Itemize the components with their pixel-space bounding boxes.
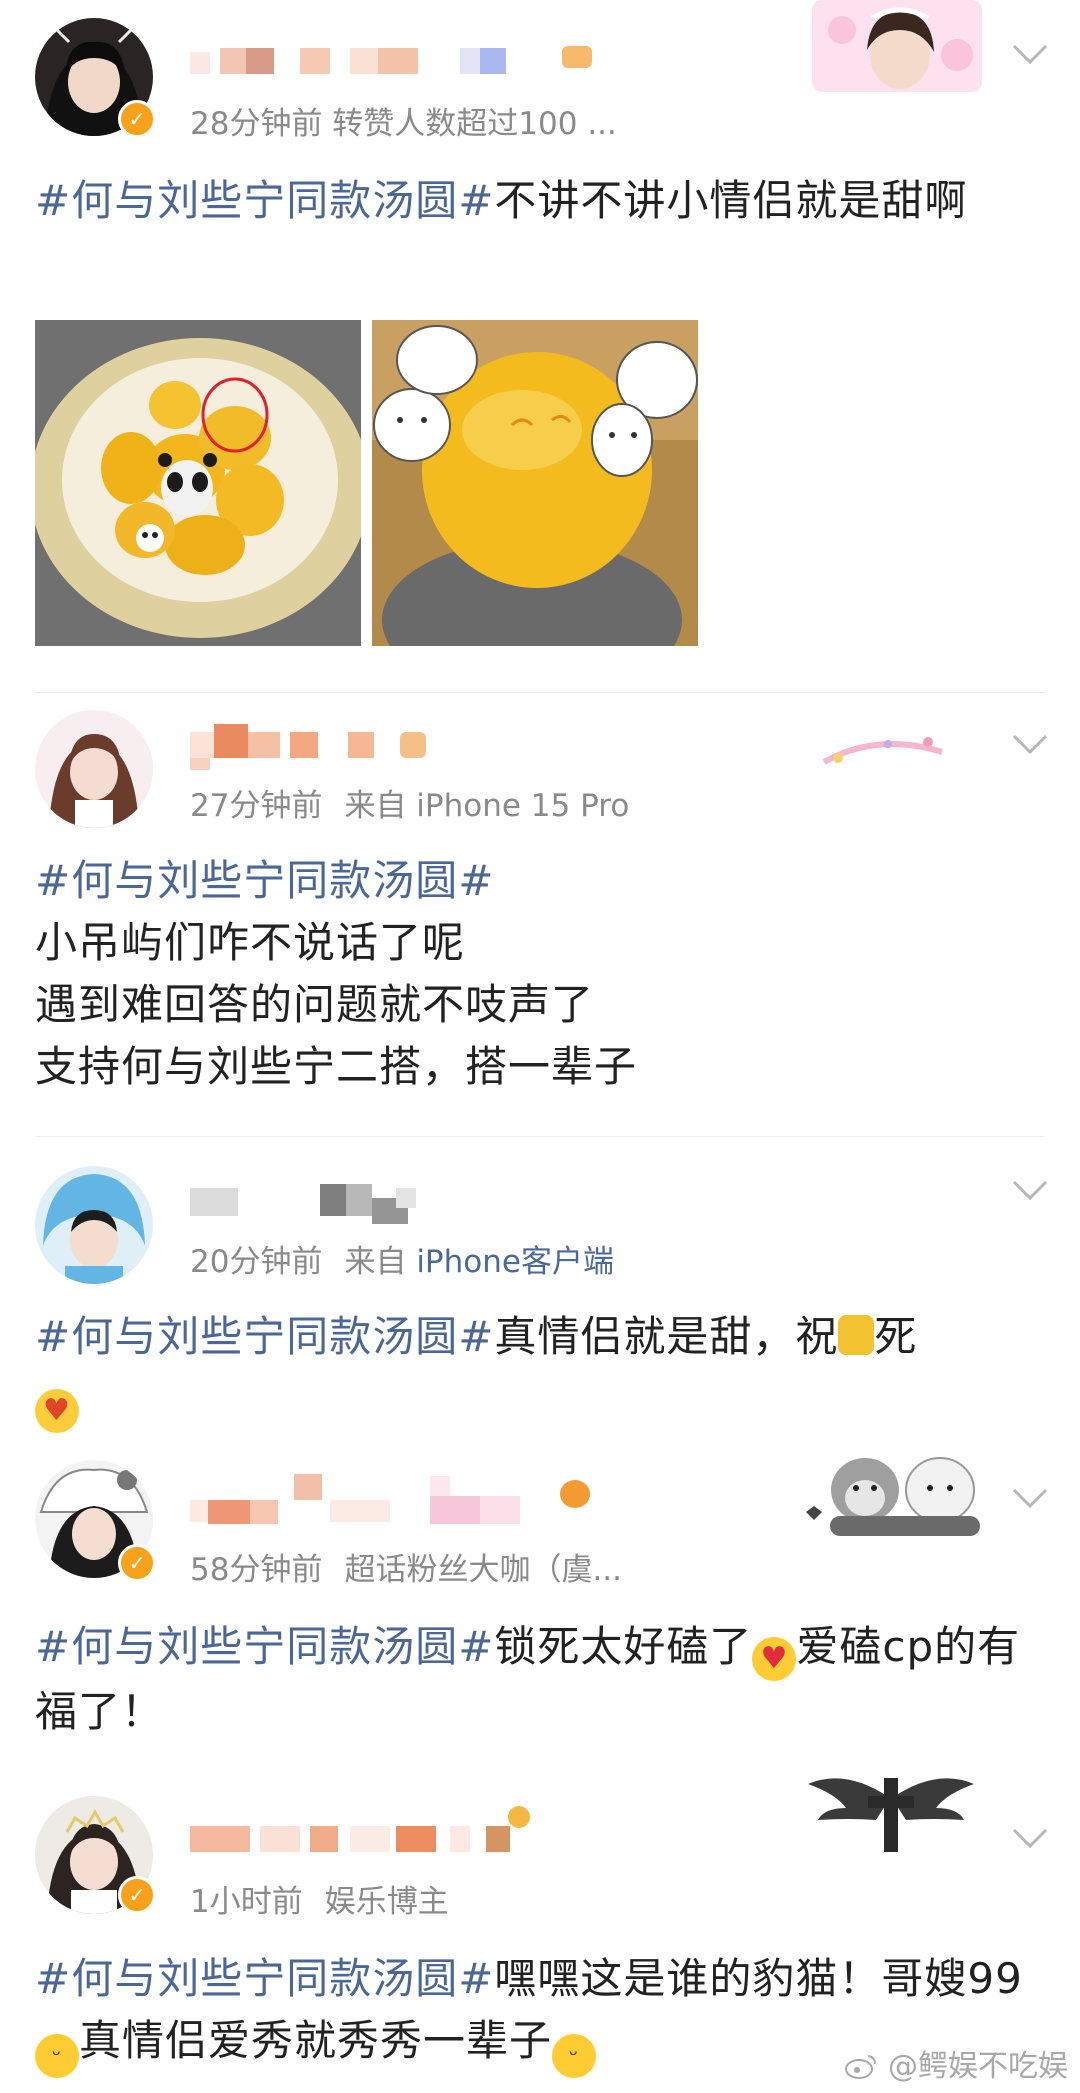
post-meta: 1小时前 娱乐博主 bbox=[190, 1876, 449, 1921]
post-time: 58分钟前 bbox=[190, 1552, 323, 1588]
post-text-2: 真情侣爱秀就秀秀一辈子 bbox=[79, 2016, 553, 2065]
topic-hashtag[interactable]: #何与刘些宁同款汤圆# bbox=[35, 1622, 494, 1671]
post-time: 27分钟前 bbox=[190, 788, 323, 824]
post-body: #何与刘些宁同款汤圆#不讲不讲小情侣就是甜啊 bbox=[35, 170, 1045, 232]
chevron-down-icon[interactable] bbox=[1010, 1176, 1050, 1206]
post-text-line: 小吊屿们咋不说话了呢 bbox=[35, 918, 466, 967]
post-text: 真情侣就是甜，祝 bbox=[494, 1312, 839, 1361]
post-text-end: 死 bbox=[874, 1312, 918, 1361]
grin-emoji: ᵕ bbox=[552, 2034, 597, 2078]
post-source: 来自 iPhone 15 Pro bbox=[344, 788, 630, 824]
post-text: 嘿嘿这是谁的豹猫！哥嫂99 bbox=[494, 1954, 1023, 2003]
post-body: #何与刘些宁同款汤圆#锁死太好磕了 ♥ 爱磕cp的有福了！ bbox=[35, 1616, 1045, 1743]
post-text-line: 遇到难回答的问题就不吱声了 bbox=[35, 980, 595, 1029]
verified-badge-icon: ✓ bbox=[118, 1876, 156, 1914]
avatar-frame-decoration bbox=[812, 0, 982, 92]
watermark-text: @鳄娱不吃娱 bbox=[888, 2049, 1068, 2084]
topic-hashtag[interactable]: #何与刘些宁同款汤圆# bbox=[35, 850, 1045, 912]
post-source-prefix: 来自 bbox=[344, 1244, 407, 1280]
post-text: 锁死太好磕了 bbox=[494, 1622, 753, 1671]
topic-hashtag[interactable]: #何与刘些宁同款汤圆# bbox=[35, 1954, 494, 2003]
chevron-down-icon[interactable] bbox=[1010, 40, 1050, 70]
hug-emoji: ♥ bbox=[35, 1389, 79, 1433]
post-divider bbox=[35, 1136, 1045, 1137]
post-text-line: 支持何与刘些宁二搭，搭一辈子 bbox=[35, 1042, 638, 1091]
weibo-logo bbox=[845, 2055, 877, 2079]
avatar[interactable] bbox=[35, 1166, 153, 1284]
name-badge-decoration bbox=[818, 722, 948, 774]
post-divider bbox=[35, 692, 1045, 693]
post-text: 不讲不讲小情侣就是甜啊 bbox=[494, 176, 968, 225]
post-meta: 58分钟前 超话粉丝大咖（虞... bbox=[190, 1544, 622, 1589]
wings-decoration bbox=[806, 1768, 976, 1858]
post-source-client[interactable]: iPhone客户端 bbox=[416, 1244, 614, 1280]
watermark: @鳄娱不吃娱 bbox=[844, 2041, 1068, 2085]
post-meta: 20分钟前 来自 iPhone客户端 bbox=[190, 1236, 614, 1281]
pets-decoration bbox=[800, 1440, 990, 1540]
grin-emoji: ᵕ bbox=[35, 2034, 79, 2078]
heart-eyes-emoji: ♥ bbox=[752, 1637, 797, 1681]
post-source: 娱乐博主 bbox=[324, 1884, 449, 1920]
post-body: #何与刘些宁同款汤圆#真情侣就是甜，祝死 ♥ bbox=[35, 1306, 1045, 1433]
post-meta: 28分钟前 转赞人数超过100 ... bbox=[190, 98, 617, 143]
post-time: 1小时前 bbox=[190, 1884, 303, 1920]
chevron-down-icon[interactable] bbox=[1010, 1484, 1050, 1514]
topic-hashtag[interactable]: #何与刘些宁同款汤圆# bbox=[35, 176, 494, 225]
avatar[interactable] bbox=[35, 710, 153, 828]
verified-badge-icon: ✓ bbox=[118, 1544, 156, 1582]
lock-emoji bbox=[838, 1315, 875, 1355]
chevron-down-icon[interactable] bbox=[1010, 1824, 1050, 1854]
post-photo-spoon[interactable] bbox=[372, 320, 698, 646]
topic-hashtag[interactable]: #何与刘些宁同款汤圆# bbox=[35, 1312, 494, 1361]
post-photo-bowl[interactable] bbox=[35, 320, 361, 646]
post-meta: 27分钟前 来自 iPhone 15 Pro bbox=[190, 780, 629, 825]
post-source: 超话粉丝大咖（虞... bbox=[344, 1552, 623, 1588]
chevron-down-icon[interactable] bbox=[1010, 730, 1050, 760]
post-body: #何与刘些宁同款汤圆# 小吊屿们咋不说话了呢 遇到难回答的问题就不吱声了 支持何… bbox=[35, 850, 1045, 1098]
verified-badge-icon: ✓ bbox=[118, 100, 156, 138]
post-meta-text: 28分钟前 转赞人数超过100 ... bbox=[190, 106, 617, 142]
post-time: 20分钟前 bbox=[190, 1244, 323, 1280]
